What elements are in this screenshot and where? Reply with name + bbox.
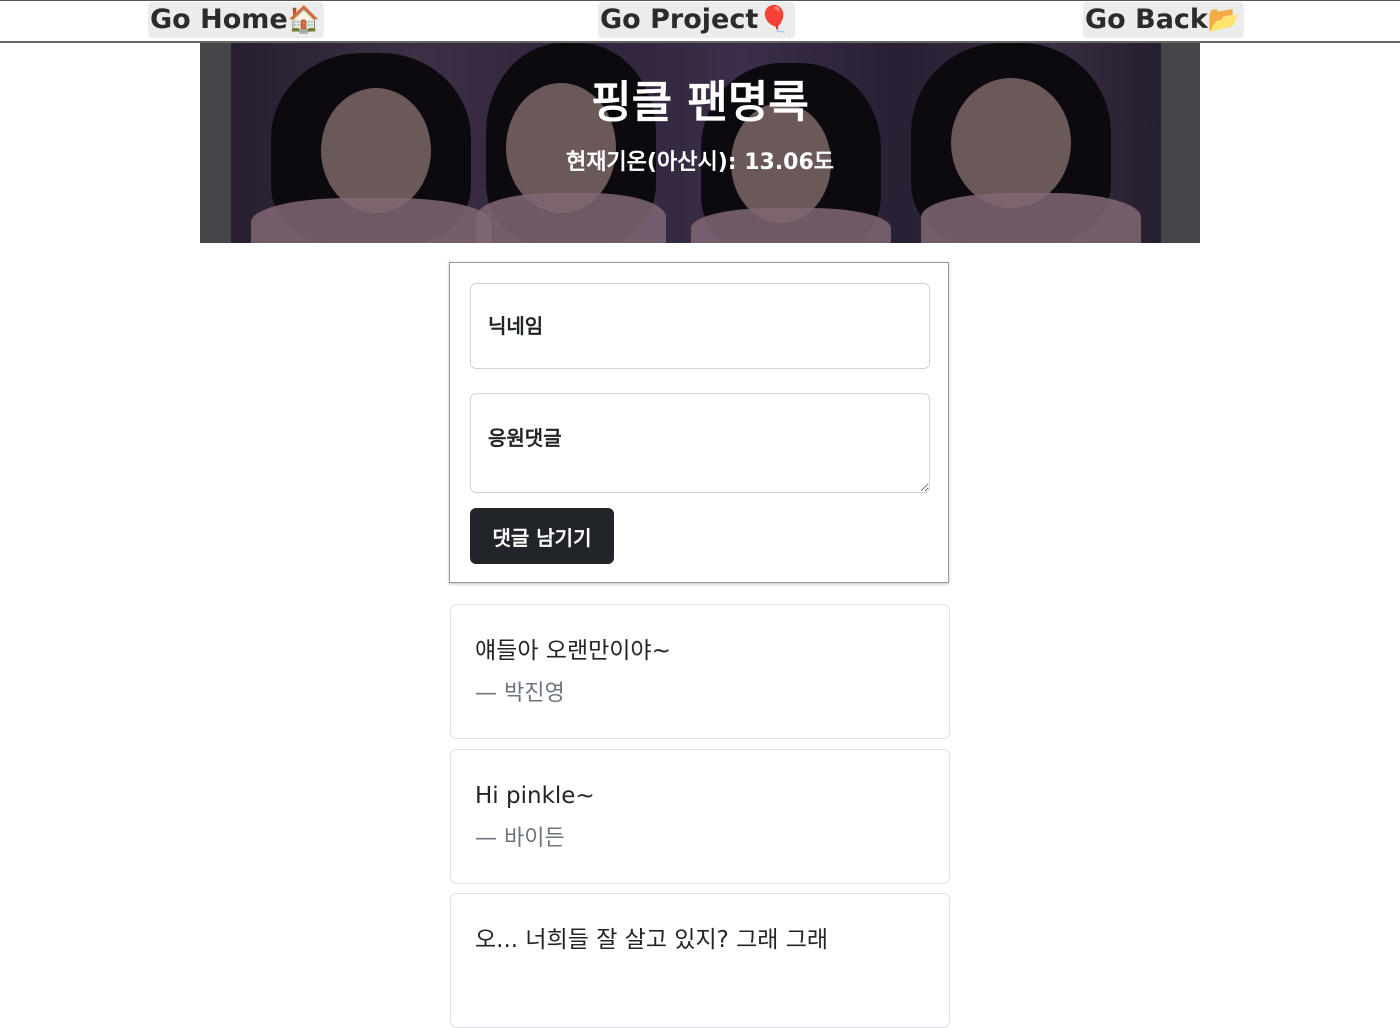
folder-icon: 📂 (1207, 5, 1241, 35)
comment-card: Hi pinkle~ — 바이든 (450, 749, 950, 884)
header-banner: 핑클 팬명록 현재기온(아산시): 13.06도 (200, 43, 1200, 243)
banner-overlay (200, 43, 1200, 243)
go-back-label: Go Back (1085, 4, 1208, 35)
comment-author: — 박진영 (475, 681, 565, 706)
temperature-text: 현재기온(아산시): 13.06도 (565, 150, 835, 175)
comment-text: 오... 너희들 잘 살고 있지? 그래 그래 (475, 927, 829, 953)
comment-textarea[interactable] (470, 393, 930, 493)
nickname-input[interactable] (470, 283, 930, 369)
go-project-link[interactable]: Go Project🎈 (598, 2, 795, 38)
comment-author: — 바이든 (475, 826, 565, 851)
comment-card: 오... 너희들 잘 살고 있지? 그래 그래 (450, 893, 950, 1028)
page-title: 핑클 팬명록 (591, 77, 809, 128)
comment-card: 얘들아 오랜만이야~ — 박진영 (450, 604, 950, 739)
go-back-link[interactable]: Go Back📂 (1083, 2, 1245, 38)
comment-text: Hi pinkle~ (475, 783, 595, 809)
balloon-icon: 🎈 (758, 5, 791, 35)
comment-text: 얘들아 오랜만이야~ (475, 638, 671, 664)
top-nav-bar: Go Home🏠 Go Project🎈 Go Back📂 (0, 0, 1400, 43)
house-icon: 🏠 (287, 5, 321, 35)
go-project-label: Go Project (600, 4, 759, 35)
go-home-label: Go Home (150, 4, 288, 35)
submit-comment-button[interactable]: 댓글 남기기 (470, 508, 614, 564)
comment-form-card: 댓글 남기기 (449, 262, 949, 583)
go-home-link[interactable]: Go Home🏠 (148, 2, 325, 38)
